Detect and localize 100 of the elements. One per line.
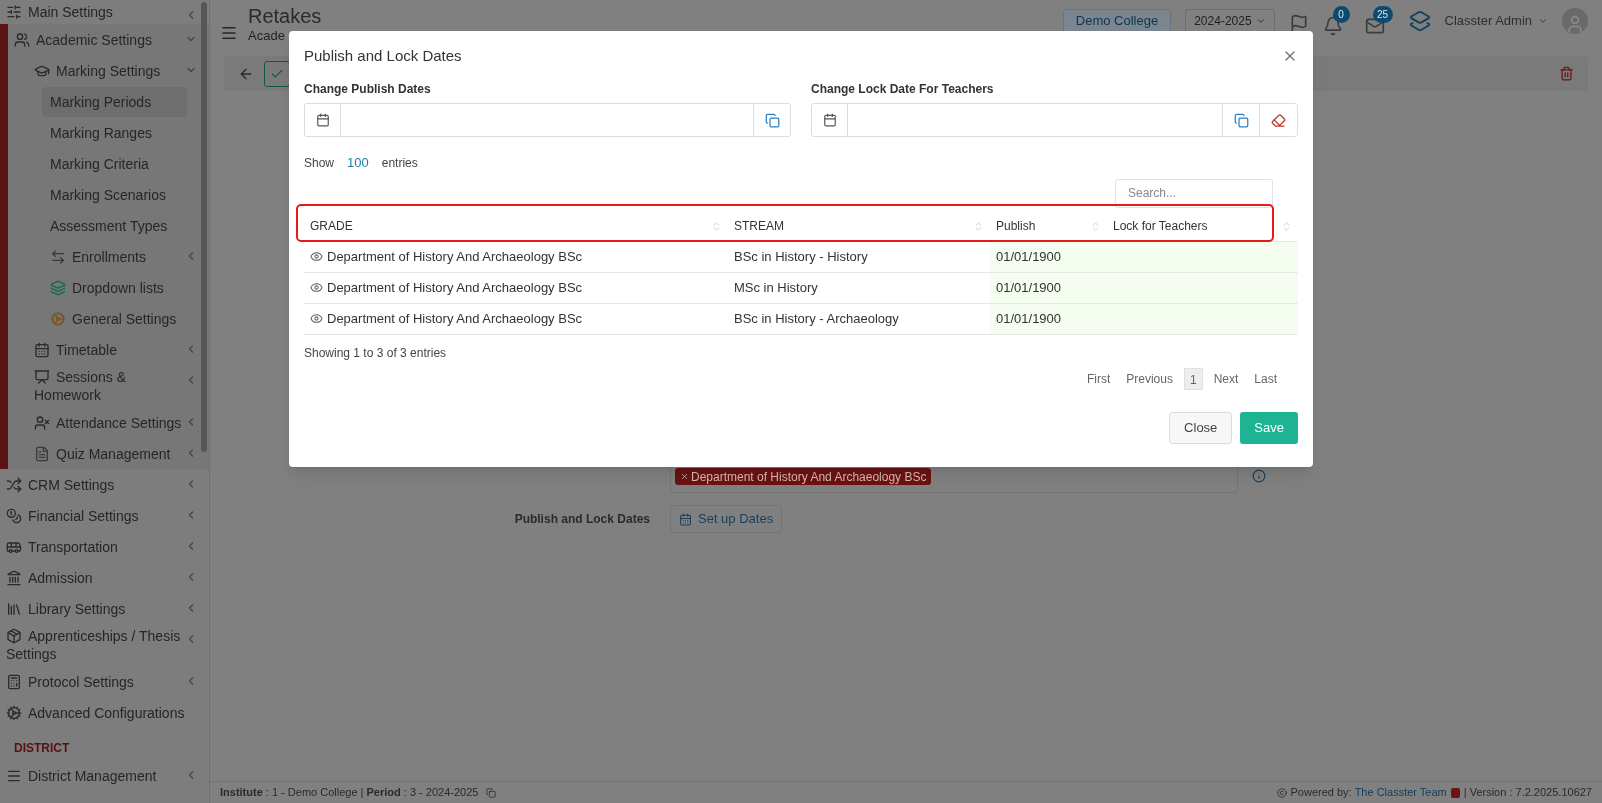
sidebar-item[interactable]: Attendance Settings <box>34 413 187 432</box>
coins-icon <box>6 507 22 524</box>
info-icon <box>1252 469 1266 483</box>
bank-icon <box>6 569 22 586</box>
sidebar-item[interactable]: Marking Scenarios <box>50 185 187 204</box>
scrollbar-thumb[interactable] <box>201 2 207 452</box>
page-title: Retakes <box>248 4 322 28</box>
sidebar-item[interactable]: Marking Ranges <box>50 123 187 142</box>
eye-icon[interactable] <box>310 312 323 325</box>
college-button[interactable]: Demo College <box>1062 9 1172 33</box>
sidebar-item[interactable]: Enrollments <box>50 247 187 266</box>
sidebar-item[interactable]: Advanced Configurations <box>6 703 187 722</box>
institute-info: Institute : 1 - Demo College | Period : 3 - 2024-2025 <box>220 785 479 801</box>
breadcrumb: Acade <box>248 28 286 44</box>
bell-icon[interactable] <box>1322 16 1343 36</box>
table-cell: Department of History And Archaeology BSc <box>304 246 728 267</box>
modal-title: Publish and Lock Dates <box>304 45 463 66</box>
table-cell-text: BSc in History - History <box>733 247 869 266</box>
column-header[interactable]: GRADE <box>310 217 711 235</box>
table-cell-text: BSc in History - Archaeology <box>733 309 900 328</box>
section-heading: DISTRICT <box>13 740 71 757</box>
search-field[interactable]: Search... <box>1115 178 1273 208</box>
arrows-icon <box>50 248 66 265</box>
caret-icon <box>1538 16 1548 26</box>
field-label: Change Publish Dates <box>304 81 432 97</box>
pagination-link[interactable]: Previous <box>1121 367 1178 390</box>
sidebar-item[interactable]: Main Settings <box>6 3 187 21</box>
table-cell: 01/01/1900 <box>990 241 1107 272</box>
table-cell: 01/01/1900 <box>990 303 1107 334</box>
form-label: Publish and Lock Dates <box>513 511 651 528</box>
caret-icon <box>1255 16 1266 26</box>
table-cell: Department of History And Archaeology BSc <box>304 277 728 298</box>
save-button[interactable]: Save <box>1240 411 1298 444</box>
stack-icon[interactable] <box>1408 10 1431 32</box>
calendar-icon <box>34 341 50 358</box>
sidebar-item[interactable]: Sessions & Homework <box>34 368 187 404</box>
tag: Department of History And Archaeology BSc <box>675 468 932 485</box>
sidebar-item[interactable]: Marking Criteria <box>50 154 187 173</box>
eraser-icon <box>1271 112 1286 128</box>
user-menu[interactable]: Classter Admin <box>1444 11 1548 31</box>
sidebar-item[interactable]: Admission <box>6 568 187 587</box>
setup-dates-button[interactable]: Set up Dates <box>670 505 783 533</box>
mail-icon[interactable] <box>1364 16 1385 36</box>
sidebar-item[interactable]: Library Settings <box>6 599 187 618</box>
column-header[interactable]: Publish <box>996 217 1090 235</box>
shuffle-icon <box>6 476 22 493</box>
box-icon <box>6 628 22 644</box>
column-header[interactable]: Lock for Teachers <box>1113 217 1281 235</box>
entries-label: entries <box>381 154 418 172</box>
table-cell: 01/01/1900 <box>990 272 1107 303</box>
close-button[interactable]: Close <box>1169 411 1233 444</box>
field-label: Change Lock Date For Teachers <box>811 81 995 97</box>
user-x-icon <box>34 414 50 431</box>
gears-icon <box>6 704 22 721</box>
copy-icon <box>764 112 780 128</box>
calendar-icon <box>679 512 692 526</box>
sidebar-item[interactable]: Apprenticeships / Thesis Settings <box>6 627 187 663</box>
sidebar-item[interactable]: District Management <box>6 766 187 785</box>
message-count: 25 <box>1372 6 1393 23</box>
eye-icon[interactable] <box>310 281 323 294</box>
trash-icon[interactable] <box>1559 66 1574 81</box>
sidebar-item[interactable]: Quiz Management <box>34 444 187 463</box>
calculator-icon <box>6 673 22 690</box>
table-cell-text: MSc in History <box>733 278 819 297</box>
sidebar-item[interactable]: Marking Settings <box>34 61 187 80</box>
table-info: Showing 1 to 3 of 3 entries <box>304 344 448 362</box>
powered-by-label: Powered by: <box>1290 785 1352 801</box>
pagination-link[interactable]: Last <box>1249 367 1282 390</box>
copy-icon[interactable] <box>486 787 497 798</box>
team-link[interactable]: The Classter Team <box>1354 784 1447 801</box>
column-header[interactable]: STREAM <box>734 217 973 235</box>
sidebar-item[interactable]: Dropdown lists <box>50 278 187 297</box>
table-cell: Department of History And Archaeology BSc <box>304 308 728 329</box>
calendar-icon <box>315 113 330 127</box>
pagination-link[interactable]: First <box>1081 367 1116 390</box>
sidebar-item[interactable]: Timetable <box>34 340 187 359</box>
date-field[interactable] <box>811 103 1298 137</box>
users-icon <box>14 31 30 48</box>
library-icon <box>6 600 22 617</box>
sliders-icon <box>6 4 22 20</box>
presentation-icon <box>34 369 50 385</box>
sidebar-item[interactable]: CRM Settings <box>6 475 187 494</box>
pagination-link[interactable]: Next <box>1208 367 1244 390</box>
gears-icon <box>50 310 66 327</box>
page-size-select[interactable]: 100 <box>344 153 372 173</box>
sidebar-item[interactable]: Financial Settings <box>6 506 187 525</box>
sidebar-item[interactable]: Assessment Types <box>50 216 187 235</box>
eye-icon[interactable] <box>310 250 323 263</box>
sidebar-item[interactable]: Marking Periods <box>42 86 187 117</box>
calendar-icon <box>822 113 837 127</box>
date-field[interactable] <box>304 103 791 137</box>
layers-icon <box>50 279 66 296</box>
sidebar-item[interactable]: Transportation <box>6 537 187 556</box>
sidebar-item[interactable]: Protocol Settings <box>6 672 187 691</box>
copy-icon <box>1233 112 1249 128</box>
sidebar-item[interactable]: Academic Settings <box>14 30 187 49</box>
sidebar-item[interactable]: General Settings <box>50 309 187 328</box>
pagination-link[interactable]: 1 <box>1183 367 1203 390</box>
remove-icon[interactable] <box>680 472 689 481</box>
menu-icon[interactable] <box>220 24 238 42</box>
